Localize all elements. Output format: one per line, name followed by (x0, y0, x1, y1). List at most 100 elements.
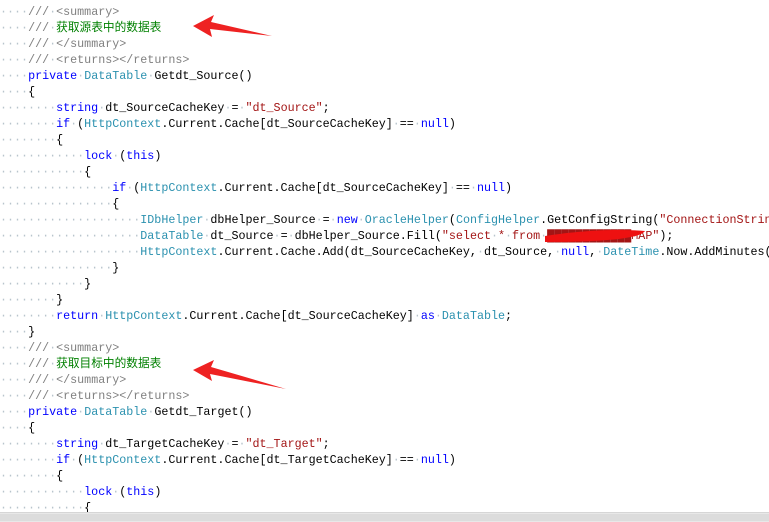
keyword: lock (84, 485, 113, 499)
code-line: ············{ (0, 500, 769, 512)
whitespace-marker: · (287, 229, 295, 243)
whitespace-marker: · (392, 453, 400, 467)
code-text: ) (448, 117, 456, 131)
keyword: lock (84, 149, 113, 163)
code-text-fragment: /// (28, 5, 50, 19)
code-text: { (84, 165, 92, 179)
whitespace-marker: · (392, 117, 400, 131)
code-text: .Current.Cache[dt_SourceCacheKey]·==· (217, 181, 477, 195)
code-text: ); (659, 229, 674, 243)
code-text-fragment: <summary> (56, 5, 120, 19)
code-text-fragment: dt_TargetCacheKey (105, 437, 225, 451)
code-text: ·dt_TargetCacheKey·=· (98, 437, 245, 451)
whitespace-marker: ···· (0, 421, 29, 435)
whitespace-marker: ···· (0, 69, 29, 83)
code-text: ; (322, 437, 330, 451)
whitespace-marker: ···· (0, 373, 29, 387)
whitespace-marker: · (434, 309, 442, 323)
code-text: .Current.Cache[dt_TargetCacheKey]·==· (161, 453, 421, 467)
code-editor[interactable]: ····///·<summary> ····///·获取源表中的数据表 ····//… (0, 4, 769, 512)
code-text-fragment: </summary> (56, 37, 127, 51)
code-text-fragment: == (399, 117, 414, 131)
code-text: ; (505, 309, 513, 323)
code-text: .Current.Cache[dt_SourceCacheKey]· (182, 309, 420, 323)
code-text: ·dt_SourceCacheKey·=· (98, 101, 245, 115)
whitespace-marker: ···· (0, 405, 29, 419)
code-line: ················} (0, 260, 769, 276)
whitespace-marker: ················ (0, 181, 113, 195)
whitespace-marker: ···· (0, 53, 29, 67)
code-text: { (28, 85, 36, 99)
code-text: { (84, 501, 92, 512)
code-text-fragment: <summary> (56, 341, 120, 355)
code-line: ········if·(HttpContext.Current.Cache[dt… (0, 452, 769, 468)
code-text-fragment: ████████████MAP" (547, 229, 660, 243)
whitespace-marker: ········ (0, 117, 57, 131)
keyword: as (420, 309, 435, 323)
code-line: ····///·<summary> (0, 4, 769, 20)
whitespace-marker: ········ (0, 453, 57, 467)
code-line: ····················IDbHelper·dbHelper_S… (0, 212, 769, 228)
doc-comment: ///·<returns></returns> (28, 389, 189, 403)
code-text-fragment: /// (28, 53, 50, 67)
whitespace-marker: ···················· (0, 245, 141, 259)
whitespace-marker: ···· (0, 389, 29, 403)
code-line: ········return · HttpContext.Current.Cache… (0, 308, 769, 324)
code-text: ) (154, 149, 162, 163)
whitespace-marker: ········ (0, 101, 57, 115)
whitespace-marker: · (505, 229, 513, 243)
code-text: ·( (70, 453, 84, 467)
code-line: ····private·DataTable·Getdt_Source() (0, 68, 769, 84)
code-text: .Now.AddMinutes( (659, 245, 769, 259)
keyword: null (420, 117, 449, 131)
code-text-fragment: Getdt_Target() (154, 405, 253, 419)
doc-comment: ///· (28, 21, 56, 35)
whitespace-marker: ················ (0, 261, 113, 275)
whitespace-marker: · (491, 229, 499, 243)
code-text: { (112, 197, 120, 211)
code-text-fragment: /// (28, 389, 50, 403)
comment-text: 获取目标中的数据表 (56, 357, 162, 371)
code-text: ·( (126, 181, 140, 195)
whitespace-marker: ···· (0, 21, 29, 35)
code-text-fragment: = (280, 229, 288, 243)
type-name: HttpContext (140, 245, 218, 259)
keyword: null (476, 181, 506, 195)
whitespace-marker: ············ (0, 165, 85, 179)
code-text: } (84, 277, 92, 291)
code-text: ·( (70, 117, 84, 131)
code-text: .GetConfigString( (540, 213, 660, 227)
type-name: DataTable (140, 229, 204, 243)
code-text-fragment: = (322, 213, 330, 227)
code-text-fragment: * (498, 229, 506, 243)
whitespace-marker: ········ (0, 293, 57, 307)
scrollbar-thumb[interactable] (0, 514, 769, 521)
doc-comment: ///·<summary> (28, 5, 119, 19)
whitespace-marker: ···· (0, 325, 29, 339)
code-text-fragment: .Current.Cache[dt_SourceCacheKey] (217, 181, 449, 195)
doc-comment: ///·</summary> (28, 373, 126, 387)
whitespace-marker: · (238, 101, 246, 115)
whitespace-marker: ············ (0, 501, 85, 512)
code-text: · (358, 213, 365, 227)
type-name: DataTable (84, 405, 148, 419)
string-literal: "ConnectionStrin (659, 213, 769, 227)
whitespace-marker: · (413, 453, 421, 467)
whitespace-marker: · (273, 229, 281, 243)
type-name: HttpContext (84, 453, 162, 467)
code-text: ·( (112, 485, 126, 499)
keyword: string (56, 437, 99, 451)
type-name: HttpContext (140, 181, 218, 195)
doc-comment: ///·<returns></returns> (28, 53, 189, 67)
code-text-fragment: dbHelper_Source (210, 213, 316, 227)
type-name: HttpContext (105, 309, 183, 323)
whitespace-marker: · (476, 245, 484, 259)
code-line: ····} (0, 324, 769, 340)
code-text-fragment: </summary> (56, 373, 127, 387)
code-text-fragment: /// (28, 373, 50, 387)
code-text-fragment: == (455, 181, 470, 195)
whitespace-marker: ············ (0, 485, 85, 499)
code-text: ) (448, 453, 456, 467)
code-text-fragment: dt_SourceCacheKey (105, 101, 225, 115)
code-text-fragment: .Current.Cache[dt_SourceCacheKey] (161, 117, 393, 131)
